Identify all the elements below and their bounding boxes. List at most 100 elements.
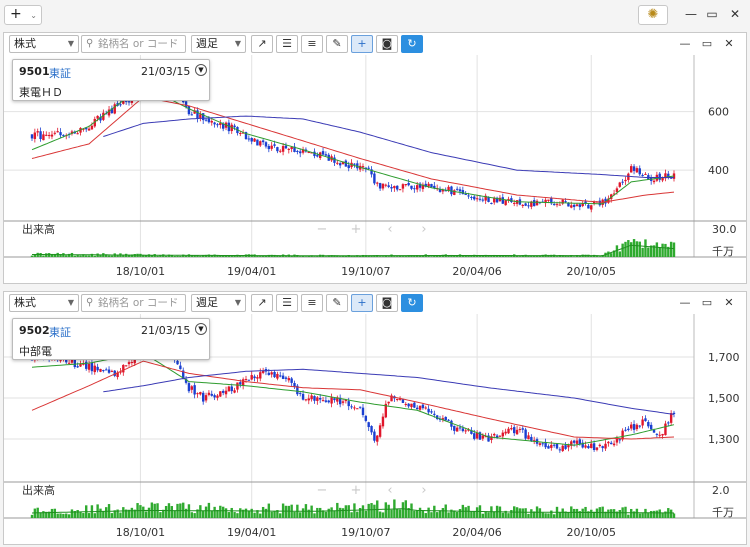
candle-body [407,403,410,407]
volume-bar [139,505,142,518]
crosshair-icon: + [357,37,367,50]
panel-maximize-button[interactable]: ▭ [698,294,716,312]
minus-icon[interactable]: − [317,222,328,237]
x-tick-label: 20/04/06 [452,526,501,539]
candle-body [464,194,467,196]
volume-bar [430,256,433,257]
window-maximize-button[interactable]: ▭ [703,5,721,23]
panel-close-button[interactable]: ✕ [720,294,738,312]
volume-bar [239,508,242,518]
panel-maximize-button[interactable]: ▭ [698,35,716,53]
candle-body [401,184,405,189]
candle-body [247,138,251,140]
volume-bar [612,509,616,518]
market-select[interactable]: 株式 ▼ [9,294,79,312]
candle-body [279,150,282,152]
chevron-down-icon[interactable]: ▼ [195,323,207,335]
candle-body [318,397,322,400]
volume-bar [341,508,345,518]
volume-bar [199,256,202,257]
window-close-button[interactable]: ✕ [726,5,744,23]
pen-button[interactable]: ✎ [326,294,348,312]
camera-button[interactable]: ◙ [376,294,398,312]
refresh-button[interactable]: ↻ [401,35,423,53]
theme-button[interactable]: ✺ [638,5,668,25]
volume-bar [621,243,624,257]
candle-body [410,185,413,189]
volume-bar [510,509,513,518]
trend-line-button[interactable]: ↗ [251,294,273,312]
candle-body [655,433,659,435]
volume-bar [142,506,145,518]
volume-bar [447,512,450,518]
candle-body [376,435,379,442]
volume-bar [190,512,193,518]
refresh-button[interactable]: ↻ [401,294,423,312]
add-chart-button[interactable]: + ⌄ [4,5,42,25]
candle-body [273,371,276,378]
plus-icon[interactable]: + [351,483,362,498]
volume-bar [87,255,91,257]
volume-bar [507,513,510,518]
search-placeholder: 銘柄名 or コード [98,297,179,309]
trend-line-button[interactable]: ↗ [251,35,273,53]
minus-icon[interactable]: − [317,483,328,498]
fib-lines-button[interactable]: ≡ [301,294,323,312]
volume-bar [510,255,513,257]
candle-body [210,120,213,123]
horizontal-lines-button[interactable]: ☰ [276,294,298,312]
volume-bar [53,508,57,518]
candle-body [547,446,550,449]
candle-body [527,435,530,440]
candle-body [615,439,619,443]
right-icon[interactable]: › [421,483,426,498]
candle-body [564,445,567,449]
symbol-search-input[interactable]: ⚲ 銘柄名 or コード [81,294,186,312]
symbol-search-input[interactable]: ⚲ 銘柄名 or コード [81,35,186,53]
x-tick-label: 18/10/01 [116,265,165,278]
candle-body [598,444,602,447]
panel-close-button[interactable]: ✕ [720,35,738,53]
candle-body [53,132,57,134]
volume-bar [50,508,54,518]
market-select[interactable]: 株式 ▼ [9,35,79,53]
volume-bar [102,511,105,518]
candle-body [353,163,356,165]
chevron-down-icon[interactable]: ▼ [195,64,207,76]
volume-bar [39,253,42,257]
search-icon: ⚲ [86,38,94,49]
volume-bar [661,513,664,518]
candle-body [341,401,345,403]
period-select[interactable]: 週足 ▼ [191,35,246,53]
panel-minimize-button[interactable]: — [676,294,694,312]
candle-body [473,196,476,200]
candle-body [273,144,276,146]
volume-bar [261,506,265,518]
volume-bar [421,510,425,518]
left-icon[interactable]: ‹ [387,222,392,237]
stock-code: 9501 [19,65,50,78]
pen-button[interactable]: ✎ [326,35,348,53]
candle-body [555,443,559,449]
crosshair-button[interactable]: + [351,294,373,312]
volume-bar [173,255,176,257]
volume-bar [147,507,151,518]
candle-body [179,365,182,370]
candle-body [296,150,299,152]
left-icon[interactable]: ‹ [387,483,392,498]
candle-body [199,114,202,119]
crosshair-button[interactable]: + [351,35,373,53]
plus-icon[interactable]: + [351,222,362,237]
window-minimize-button[interactable]: — [682,5,700,23]
panel-minimize-button[interactable]: — [676,35,694,53]
candle-body [464,430,467,432]
camera-button[interactable]: ◙ [376,35,398,53]
candle-body [624,429,627,431]
right-icon[interactable]: › [421,222,426,237]
volume-bar [641,247,644,257]
volume-bar [649,510,653,518]
horizontal-lines-button[interactable]: ☰ [276,35,298,53]
period-select[interactable]: 週足 ▼ [191,294,246,312]
volume-bar [635,241,639,257]
fib-lines-button[interactable]: ≡ [301,35,323,53]
